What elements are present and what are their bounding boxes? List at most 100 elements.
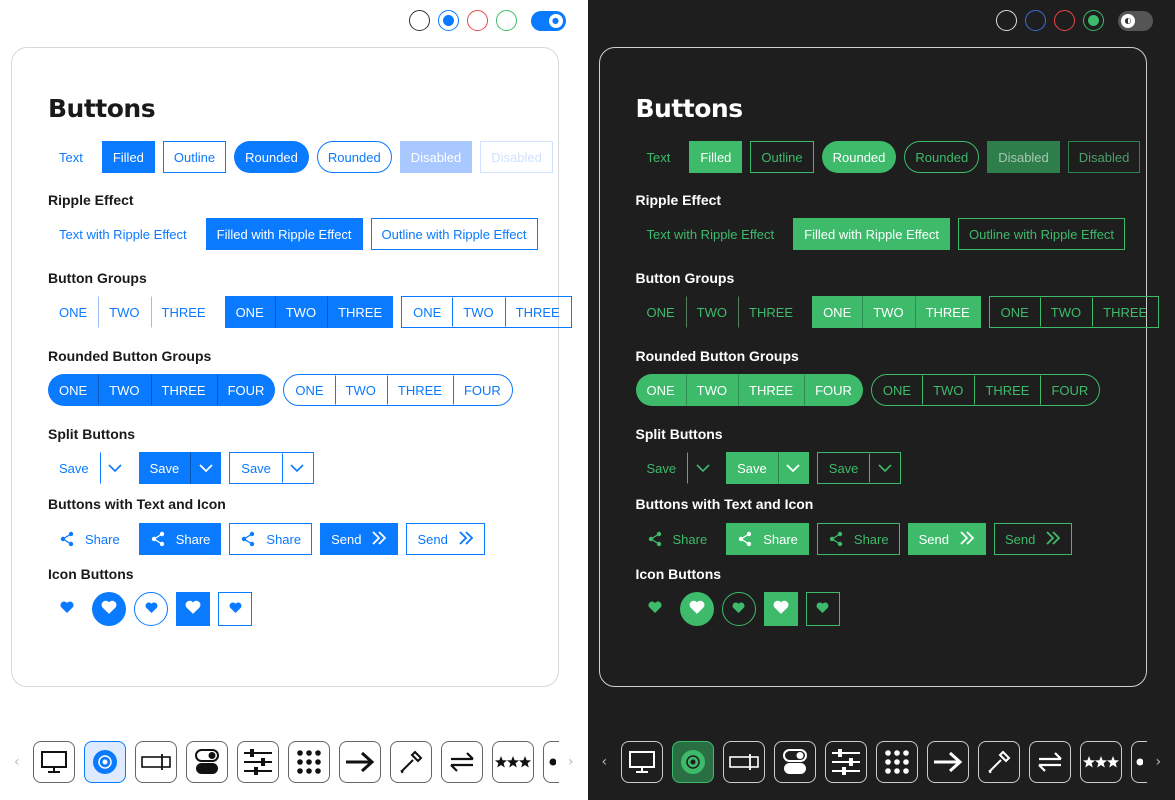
heart-icon-button-outline[interactable] — [218, 592, 252, 626]
rgroup-outline-three[interactable]: THREE — [386, 375, 453, 405]
rgroup-filled-two[interactable]: TWO — [98, 374, 150, 406]
rgroup-filled-one[interactable]: ONE — [48, 374, 98, 406]
theme-default-option[interactable] — [996, 10, 1017, 31]
tray-next-arrow[interactable]: › — [1156, 754, 1166, 770]
tray-item-text-field[interactable] — [135, 741, 177, 783]
tray-prev-arrow[interactable]: ‹ — [14, 754, 24, 770]
filled-ripple-button[interactable]: Filled with Ripple Effect — [793, 218, 951, 250]
rounded-filled-button[interactable]: Rounded — [234, 141, 309, 173]
group-filled-two[interactable]: TWO — [862, 296, 914, 328]
group-filled-two[interactable]: TWO — [274, 296, 327, 328]
text-button[interactable]: Text — [48, 141, 94, 173]
send-outline-button[interactable]: Send — [993, 523, 1073, 555]
tray-item-toggle[interactable] — [186, 741, 228, 783]
tray-item-partial[interactable] — [543, 741, 559, 783]
heart-icon-button-filled[interactable] — [763, 592, 798, 626]
rgroup-filled-four[interactable]: FOUR — [804, 374, 863, 406]
heart-icon-button-outline-round[interactable] — [134, 592, 168, 626]
share-outline-button[interactable]: Share — [229, 523, 313, 555]
split-outline-save[interactable]: Save — [818, 453, 870, 483]
chevron-down-icon[interactable] — [99, 452, 131, 484]
outline-button[interactable]: Outline — [162, 141, 227, 173]
split-filled-save[interactable]: Save — [139, 452, 191, 484]
chevron-down-icon[interactable] — [687, 452, 718, 484]
theme-red-option[interactable] — [1054, 10, 1075, 31]
theme-default-option[interactable] — [408, 10, 430, 31]
group-outline-three[interactable]: THREE — [1092, 297, 1158, 327]
heart-icon-button-text[interactable] — [50, 592, 84, 626]
heart-icon-button-outline-round[interactable] — [721, 592, 756, 626]
split-text-save[interactable]: Save — [636, 452, 688, 484]
filled-button[interactable]: Filled — [101, 141, 155, 173]
tray-item-radio[interactable] — [84, 741, 126, 783]
tray-prev-arrow[interactable]: ‹ — [602, 754, 612, 770]
tray-item-grid[interactable] — [288, 741, 330, 783]
split-outline-save[interactable]: Save — [230, 453, 282, 483]
group-outline-one[interactable]: ONE — [990, 297, 1040, 327]
tray-item-stars[interactable] — [492, 741, 534, 783]
tray-item-color-picker[interactable] — [390, 741, 432, 783]
group-filled-three[interactable]: THREE — [327, 296, 393, 328]
rgroup-filled-two[interactable]: TWO — [685, 374, 738, 406]
theme-green-option[interactable] — [495, 10, 517, 31]
heart-icon-button-text[interactable] — [638, 592, 672, 626]
tray-item-sliders[interactable] — [237, 741, 279, 783]
group-text-three[interactable]: THREE — [738, 296, 804, 328]
outline-ripple-button[interactable]: Outline with Ripple Effect — [370, 218, 538, 250]
share-filled-button[interactable]: Share — [138, 523, 222, 555]
text-button[interactable]: Text — [636, 141, 682, 173]
heart-icon-button-filled-round[interactable] — [92, 592, 126, 626]
group-outline-one[interactable]: ONE — [402, 297, 452, 327]
rgroup-filled-one[interactable]: ONE — [636, 374, 686, 406]
split-text-save[interactable]: Save — [48, 452, 100, 484]
group-outline-two[interactable]: TWO — [452, 297, 504, 327]
group-filled-one[interactable]: ONE — [812, 296, 862, 328]
heart-icon-button-filled[interactable] — [176, 592, 210, 626]
share-filled-button[interactable]: Share — [726, 523, 809, 555]
share-text-button[interactable]: Share — [636, 523, 719, 555]
tray-item-grid[interactable] — [875, 741, 918, 783]
theme-red-option[interactable] — [466, 10, 488, 31]
rounded-outline-button[interactable]: Rounded — [904, 141, 980, 173]
outline-button[interactable]: Outline — [750, 141, 814, 173]
chevron-down-icon[interactable] — [281, 453, 313, 483]
tray-item-text-field[interactable] — [722, 741, 765, 783]
tray-item-monitor[interactable] — [620, 741, 663, 783]
tray-item-stars[interactable] — [1079, 741, 1122, 783]
chevron-down-icon[interactable] — [777, 452, 809, 484]
tray-item-swap[interactable] — [1028, 741, 1071, 783]
group-text-three[interactable]: THREE — [150, 296, 217, 328]
rgroup-outline-one[interactable]: ONE — [872, 375, 922, 405]
share-text-button[interactable]: Share — [48, 523, 131, 555]
tray-item-partial[interactable] — [1130, 741, 1147, 783]
tray-item-arrow[interactable] — [339, 741, 381, 783]
tray-item-radio[interactable] — [671, 741, 714, 783]
group-outline-two[interactable]: TWO — [1039, 297, 1092, 327]
rgroup-outline-two[interactable]: TWO — [922, 375, 974, 405]
group-filled-one[interactable]: ONE — [225, 296, 275, 328]
send-filled-button[interactable]: Send — [907, 523, 986, 555]
rgroup-outline-two[interactable]: TWO — [334, 375, 387, 405]
rgroup-filled-four[interactable]: FOUR — [216, 374, 276, 406]
send-outline-button[interactable]: Send — [406, 523, 485, 555]
rgroup-outline-four[interactable]: FOUR — [452, 375, 512, 405]
theme-blue-option[interactable] — [1025, 10, 1046, 31]
chevron-down-icon[interactable] — [190, 452, 221, 484]
tray-next-arrow[interactable]: › — [568, 754, 578, 770]
group-text-one[interactable]: ONE — [48, 296, 98, 328]
group-filled-three[interactable]: THREE — [914, 296, 981, 328]
filled-button[interactable]: Filled — [689, 141, 743, 173]
split-filled-save[interactable]: Save — [726, 452, 778, 484]
group-text-one[interactable]: ONE — [636, 296, 686, 328]
filled-ripple-button[interactable]: Filled with Ripple Effect — [205, 218, 363, 250]
tray-item-swap[interactable] — [441, 741, 483, 783]
group-outline-three[interactable]: THREE — [504, 297, 571, 327]
rounded-filled-button[interactable]: Rounded — [821, 141, 897, 173]
tray-item-monitor[interactable] — [33, 741, 75, 783]
group-text-two[interactable]: TWO — [98, 296, 150, 328]
tray-item-arrow[interactable] — [926, 741, 969, 783]
group-text-two[interactable]: TWO — [685, 296, 738, 328]
heart-icon-button-filled-round[interactable] — [679, 592, 714, 626]
rgroup-filled-three[interactable]: THREE — [150, 374, 217, 406]
rgroup-outline-one[interactable]: ONE — [284, 375, 334, 405]
